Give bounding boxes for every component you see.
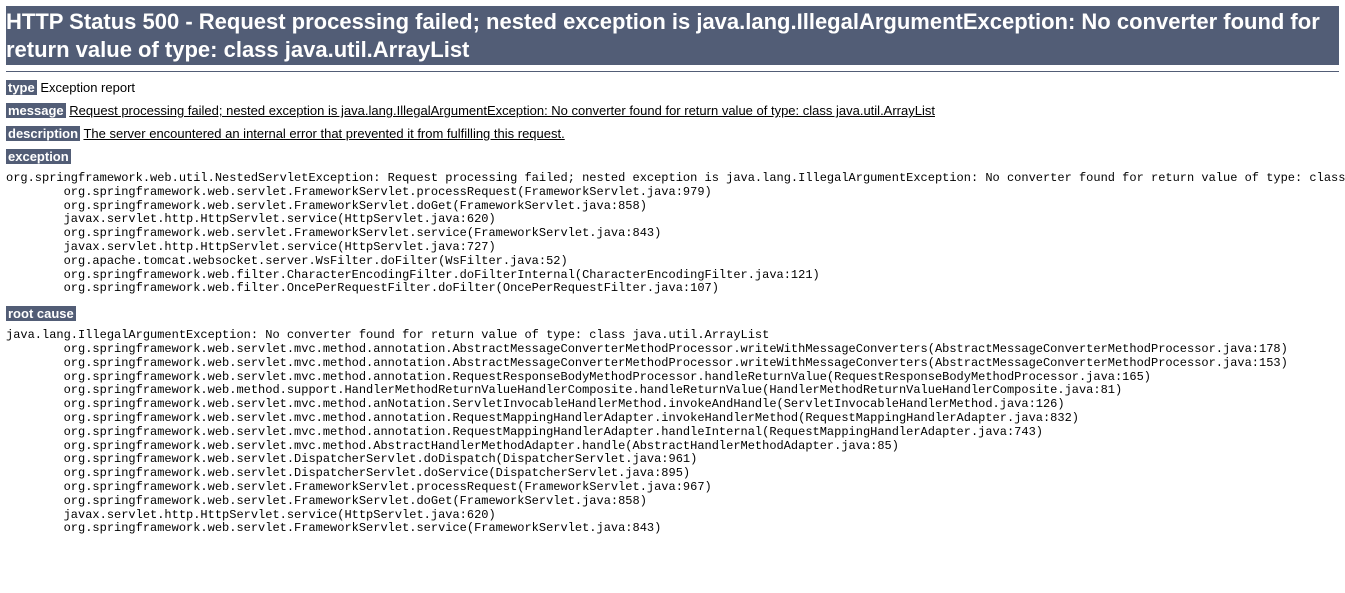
rootcause-label: root cause (6, 306, 76, 321)
rootcause-stacktrace: java.lang.IllegalArgumentException: No c… (6, 329, 1339, 536)
message-value: Request processing failed; nested except… (69, 103, 935, 118)
exception-stacktrace: org.springframework.web.util.NestedServl… (6, 172, 1339, 296)
type-label: type (6, 80, 37, 95)
rootcause-section-header: root cause (6, 306, 1339, 321)
description-label: description (6, 126, 80, 141)
exception-section-header: exception (6, 149, 1339, 164)
message-line: message Request processing failed; neste… (6, 103, 1339, 118)
type-value: Exception report (40, 80, 135, 95)
separator (6, 71, 1339, 72)
type-line: type Exception report (6, 80, 1339, 95)
exception-label: exception (6, 149, 71, 164)
description-line: description The server encountered an in… (6, 126, 1339, 141)
description-value: The server encountered an internal error… (83, 126, 564, 141)
page-title: HTTP Status 500 - Request processing fai… (6, 6, 1339, 65)
message-label: message (6, 103, 66, 118)
